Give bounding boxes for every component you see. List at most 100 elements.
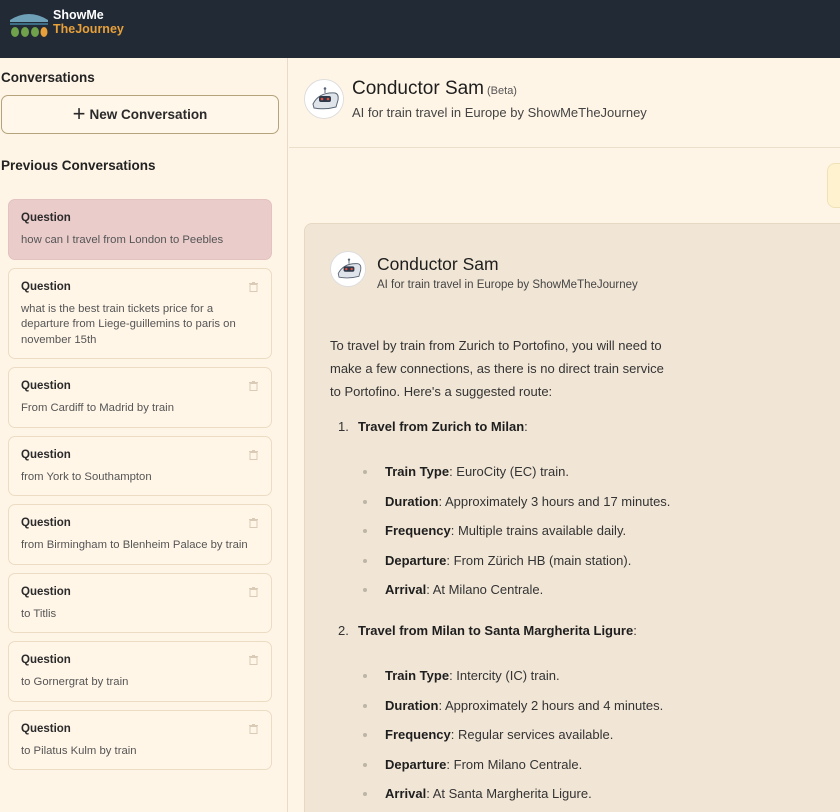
conversation-list: Question how can I travel from London to… <box>8 199 272 778</box>
bullet-icon <box>363 703 367 708</box>
train-robot-icon <box>305 80 343 118</box>
trash-icon[interactable] <box>249 449 258 460</box>
detail-label: Train Type <box>385 667 450 683</box>
step-details: Train Type: EuroCity (EC) train. Duratio… <box>330 457 840 605</box>
detail-item: Frequency: Regular services available. <box>330 720 840 750</box>
conversation-item-label: Question <box>21 212 71 224</box>
detail-label: Arrival <box>385 786 427 802</box>
bullet-icon <box>363 792 367 797</box>
conversation-item-text: from Birmingham to Blenheim Palace by tr… <box>21 539 248 551</box>
detail-item: Departure: From Zürich HB (main station)… <box>330 546 840 576</box>
detail-label: Frequency <box>385 523 451 539</box>
conversation-item[interactable]: Question how can I travel from London to… <box>8 199 272 260</box>
previous-conversations-title: Previous Conversations <box>1 158 156 173</box>
trash-icon[interactable] <box>249 586 258 597</box>
brand-line-2: TheJourney <box>53 22 124 36</box>
step-number: 1. <box>338 419 349 434</box>
conversation-item-text: how can I travel from London to Peebles <box>21 234 224 246</box>
detail-value: : Approximately 2 hours and 4 minutes. <box>438 697 664 713</box>
detail-value: : Regular services available. <box>450 727 614 743</box>
detail-label: Departure <box>385 552 447 568</box>
message-intro: To travel by train from Zurich to Portof… <box>330 338 664 399</box>
conversation-item[interactable]: Question to Titlis <box>8 572 272 633</box>
conversation-item[interactable]: Question to Pilatus Kulm by train <box>8 709 272 770</box>
sidebar: Conversations + New Conversation Previou… <box>0 58 288 812</box>
route-step: 2. Travel from Milan to Santa Margherita … <box>338 622 637 638</box>
detail-label: Departure <box>385 756 447 772</box>
plus-icon: + <box>72 100 86 126</box>
conversation-item-text: what is the best train tickets price for… <box>21 302 236 346</box>
detail-value: : Approximately 3 hours and 17 minutes. <box>438 493 671 509</box>
conversation-item-label: Question <box>21 654 71 666</box>
step-number: 2. <box>338 622 349 638</box>
detail-label: Frequency <box>385 727 451 743</box>
user-message-bubble <box>827 163 840 208</box>
conversation-item[interactable]: Question what is the best train tickets … <box>8 267 272 359</box>
trash-icon[interactable] <box>249 518 258 528</box>
bullet-icon <box>363 558 367 563</box>
trash-icon[interactable] <box>249 381 258 391</box>
detail-value: : EuroCity (EC) train. <box>449 464 569 479</box>
detail-item: Arrival: At Santa Margherita Ligure. <box>330 779 840 809</box>
message-body: To travel by train from Zurich to Portof… <box>330 334 840 812</box>
detail-label: Duration <box>385 493 439 509</box>
conversation-item-label: Question <box>21 585 71 598</box>
chat-header: Conductor Sam (Beta) AI for train travel … <box>289 58 840 148</box>
showmethejourney-logo-icon[interactable] <box>8 8 50 38</box>
step-details: Train Type: Intercity (IC) train. Durati… <box>330 661 840 809</box>
conversation-item[interactable]: Question from Birmingham to Blenheim Pal… <box>8 504 272 565</box>
brand-line-1: ShowMe <box>53 8 104 22</box>
message-author: Conductor Sam <box>377 254 499 274</box>
trash-icon[interactable] <box>249 655 258 665</box>
conversation-item-label: Question <box>21 517 71 529</box>
bullet-icon <box>363 529 367 534</box>
conversation-item-label: Question <box>21 722 71 735</box>
detail-value: : At Milano Centrale. <box>426 582 544 598</box>
assistant-subtitle: AI for train travel in Europe by ShowMeT… <box>352 105 647 120</box>
bullet-icon <box>363 470 367 474</box>
conversation-item-label: Question <box>21 280 71 293</box>
detail-item: Train Type: Intercity (IC) train. <box>330 661 840 691</box>
trash-icon[interactable] <box>249 281 258 292</box>
detail-item: Departure: From Milano Centrale. <box>330 750 840 780</box>
conversation-item-label: Question <box>21 380 71 392</box>
train-robot-icon <box>331 252 365 286</box>
assistant-message: Conductor Sam AI for train travel in Eur… <box>304 223 840 812</box>
step-title: Travel from Zurich to Milan <box>358 419 525 434</box>
route-step: 1. Travel from Zurich to Milan: <box>338 419 528 434</box>
conversation-item[interactable]: Question to Gornergrat by train <box>8 641 272 702</box>
detail-label: Arrival <box>385 582 427 598</box>
bullet-icon <box>363 499 367 504</box>
conversation-item-text: to Pilatus Kulm by train <box>21 744 137 757</box>
detail-item: Duration: Approximately 2 hours and 4 mi… <box>330 691 840 721</box>
detail-item: Train Type: EuroCity (EC) train. <box>330 457 840 487</box>
detail-item: Frequency: Multiple trains available dai… <box>330 516 840 546</box>
conversation-item-text: From Cardiff to Madrid by train <box>21 402 174 414</box>
conductor-sam-avatar <box>330 251 366 287</box>
detail-item: Duration: Approximately 3 hours and 17 m… <box>330 487 840 517</box>
trash-icon[interactable] <box>249 723 258 734</box>
brand-name[interactable]: ShowMe TheJourney <box>53 8 124 36</box>
bullet-icon <box>363 673 367 678</box>
assistant-name: Conductor Sam <box>352 78 485 99</box>
detail-value: : From Milano Centrale. <box>446 756 583 772</box>
detail-label: Train Type <box>385 464 450 479</box>
conversation-item-label: Question <box>21 448 71 461</box>
detail-value: : At Santa Margherita Ligure. <box>426 786 592 802</box>
new-conversation-button[interactable]: + New Conversation <box>1 95 279 134</box>
conversations-title: Conversations <box>1 70 95 85</box>
conductor-sam-avatar <box>304 79 344 119</box>
detail-item: Arrival: At Milano Centrale. <box>330 575 840 605</box>
bullet-icon <box>363 762 367 767</box>
detail-value: : Multiple trains available daily. <box>450 523 627 539</box>
beta-badge: (Beta) <box>487 85 517 97</box>
message-author-subtitle: AI for train travel in Europe by ShowMeT… <box>377 279 638 291</box>
conversation-item-text: to Gornergrat by train <box>21 676 129 688</box>
conversation-item[interactable]: Question from York to Southampton <box>8 435 272 496</box>
new-conversation-label: New Conversation <box>89 107 208 122</box>
step-title: Travel from Milan to Santa Margherita Li… <box>358 622 634 638</box>
detail-label: Duration <box>385 697 439 713</box>
bullet-icon <box>363 733 367 738</box>
conversation-item[interactable]: Question From Cardiff to Madrid by train <box>8 367 272 428</box>
chat-panel: Conductor Sam (Beta) AI for train travel … <box>289 58 840 812</box>
